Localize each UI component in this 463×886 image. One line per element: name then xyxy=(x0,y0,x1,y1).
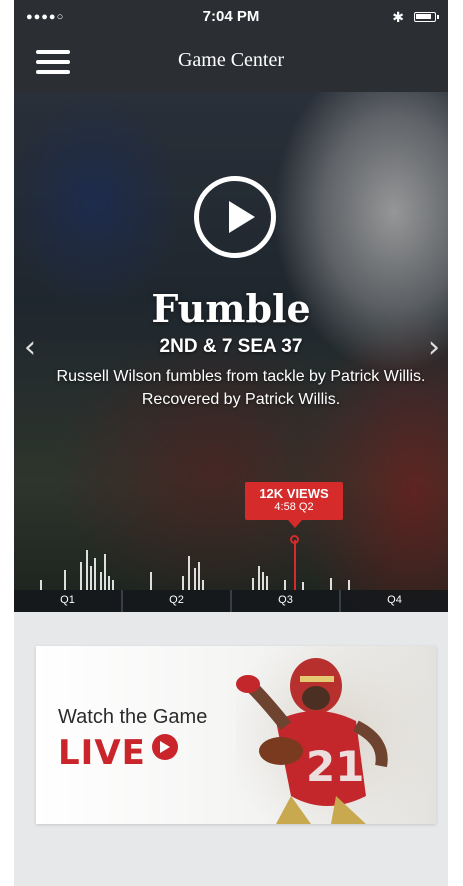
quarter-bar: Q1 Q2 Q3 Q4 xyxy=(14,590,448,612)
activity-spike xyxy=(202,580,204,590)
watch-live-promo[interactable]: Watch the Game LIVE 21 xyxy=(36,646,436,824)
page-title: Game Center xyxy=(177,49,285,71)
activity-spike xyxy=(112,580,114,590)
activity-spike xyxy=(198,562,200,590)
promo-title: Watch the Game xyxy=(58,706,208,728)
activity-spike xyxy=(182,576,184,590)
quarter-tab-q4[interactable]: Q4 xyxy=(341,590,448,612)
views-badge[interactable]: 12K VIEWS 4:58 Q2 xyxy=(245,482,343,528)
activity-spike xyxy=(330,578,332,590)
player-photo: 21 xyxy=(236,646,436,824)
views-count: 12K VIEWS xyxy=(259,486,329,501)
timeline-marker-line xyxy=(294,540,296,590)
activity-spike xyxy=(64,570,66,590)
play-icon[interactable] xyxy=(194,176,276,258)
activity-spike xyxy=(188,556,190,590)
status-time: 7:04 PM xyxy=(202,8,260,25)
activity-spike xyxy=(258,566,260,590)
promo-text: Watch the Game LIVE xyxy=(58,706,207,773)
activity-spike xyxy=(80,562,82,590)
play-down-distance: 2ND & 7 SEA 37 xyxy=(159,336,303,357)
live-label: LIVE xyxy=(58,733,146,773)
top-bar: ●●●●○ 7:04 PM ✱ Game Center xyxy=(14,0,448,92)
play-description: Russell Wilson fumbles from tackle by Pa… xyxy=(56,368,426,408)
activity-spike xyxy=(100,572,102,590)
activity-spike xyxy=(266,576,268,590)
quarter-tab-q3[interactable]: Q3 xyxy=(232,590,341,612)
quarter-tab-q2[interactable]: Q2 xyxy=(123,590,232,612)
activity-spike xyxy=(104,554,106,590)
activity-spike xyxy=(252,578,254,590)
activity-spike xyxy=(262,572,264,590)
quarter-tab-q1[interactable]: Q1 xyxy=(14,590,123,612)
activity-spike xyxy=(40,580,42,590)
activity-spike xyxy=(94,558,96,590)
live-arrow-icon[interactable] xyxy=(151,734,178,760)
activity-spike xyxy=(108,576,110,590)
phone-screen: ●●●●○ 7:04 PM ✱ Game Center ‹ › Fumble 2… xyxy=(14,0,448,886)
play-headline: Fumble xyxy=(151,286,311,331)
activity-spike xyxy=(90,566,92,590)
battery-icon xyxy=(414,12,439,22)
activity-spike xyxy=(194,568,196,590)
activity-spike xyxy=(284,580,286,590)
svg-text:21: 21 xyxy=(306,742,364,791)
timeline-scrubber-handle[interactable] xyxy=(290,535,299,544)
highlight-hero[interactable]: ‹ › Fumble 2ND & 7 SEA 37 Russell Wilson… xyxy=(14,92,448,612)
activity-spike xyxy=(302,582,304,590)
status-bar: ●●●●○ 7:04 PM ✱ xyxy=(14,0,448,34)
bluetooth-icon: ✱ xyxy=(392,9,404,25)
activity-spike xyxy=(348,580,350,590)
views-game-time: 4:58 Q2 xyxy=(274,501,314,513)
activity-spike xyxy=(150,572,152,590)
nav-bar: Game Center xyxy=(14,34,448,90)
activity-spike xyxy=(86,550,88,590)
